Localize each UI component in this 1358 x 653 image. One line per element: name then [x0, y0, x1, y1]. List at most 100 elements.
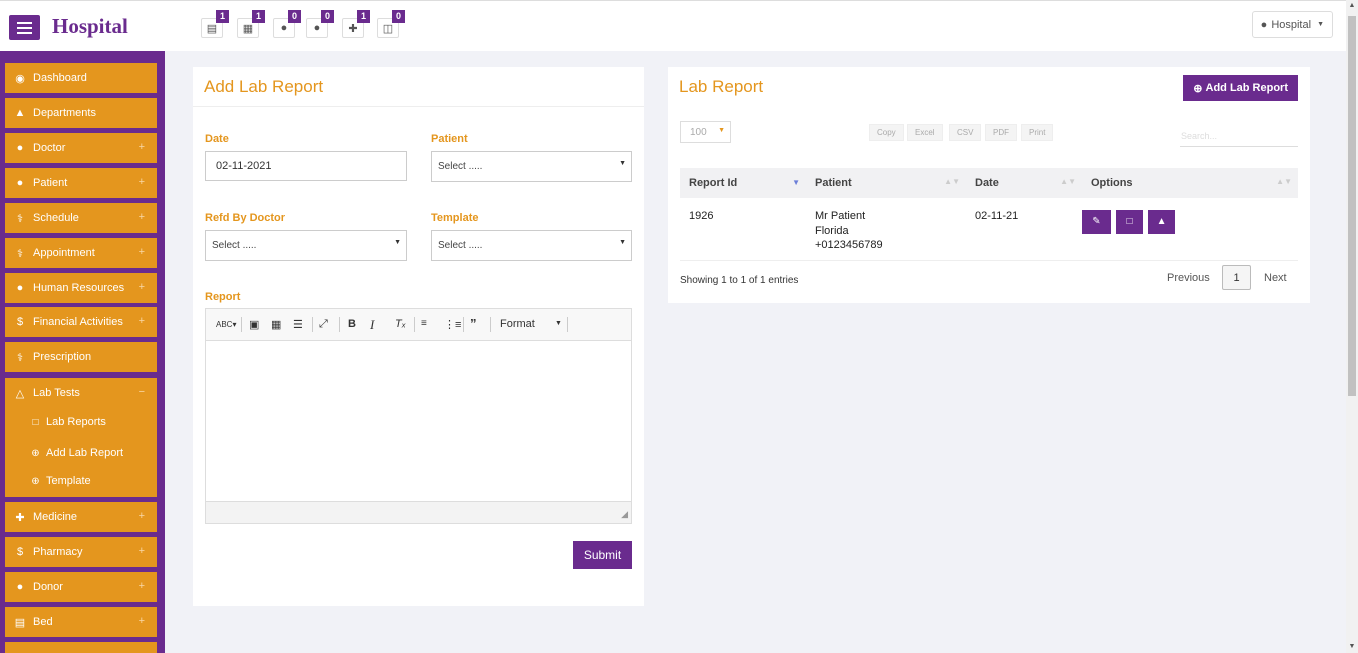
- excel-button[interactable]: Excel: [907, 124, 943, 141]
- csv-button[interactable]: CSV: [949, 124, 982, 141]
- column-header-patient[interactable]: Patient ▲▼: [806, 168, 966, 198]
- bullet-list-icon[interactable]: ⋮≡: [444, 318, 461, 331]
- add-lab-report-label: Add Lab Report: [1205, 82, 1289, 94]
- page-1-button[interactable]: 1: [1222, 265, 1251, 290]
- sidebar-item-financial-activities[interactable]: $ Financial Activities +: [5, 307, 157, 337]
- remove-format-icon[interactable]: Tₓ: [395, 318, 406, 330]
- sidebar-item-lab-tests[interactable]: △ Lab Tests −: [5, 378, 157, 408]
- user-menu-button[interactable]: ● Hospital ▼: [1251, 11, 1333, 38]
- print-button[interactable]: Print: [1021, 124, 1054, 141]
- sidebar-group-lab-tests: △ Lab Tests − □ Lab Reports ⊕ Add Lab Re…: [5, 378, 157, 497]
- patient-name: Mr Patient: [815, 210, 866, 222]
- column-header-date[interactable]: Date ▲▼: [966, 168, 1082, 198]
- users-icon: ●: [16, 177, 24, 189]
- maximize-icon[interactable]: ⤢: [319, 318, 328, 331]
- patient-label: Patient: [431, 133, 468, 145]
- search-input[interactable]: [1180, 125, 1298, 147]
- add-lab-report-button[interactable]: ⊕ Add Lab Report: [1183, 75, 1298, 101]
- sidebar-item-human-resources[interactable]: ● Human Resources +: [5, 273, 157, 303]
- plus-circle-icon: ⊕: [1193, 82, 1203, 95]
- sidebar-item-pharmacy[interactable]: $ Pharmacy +: [5, 537, 157, 567]
- table-icon[interactable]: ▦: [271, 318, 281, 331]
- sidebar-subitem-label: Lab Reports: [46, 416, 106, 428]
- notification-count: 0: [391, 10, 405, 23]
- column-header-options[interactable]: Options ▲▼: [1082, 168, 1298, 198]
- caret-down-icon: ▼: [718, 127, 725, 134]
- edit-button[interactable]: ✎: [1082, 210, 1111, 234]
- bold-icon[interactable]: B: [348, 318, 356, 330]
- donor-notification[interactable]: ● 0: [306, 10, 334, 38]
- expand-icon: +: [138, 545, 145, 557]
- sidebar-item-dashboard[interactable]: ◉ Dashboard: [5, 63, 157, 93]
- lab-report-table: Report Id ▼ Patient ▲▼ Date ▲▼ Options ▲▼ 19…: [680, 168, 1298, 261]
- scroll-up-icon[interactable]: ▲: [1346, 0, 1358, 12]
- sitemap-icon: ▲: [14, 107, 26, 119]
- medicine-notification[interactable]: ✚ 1: [342, 10, 370, 38]
- users-icon: ●: [16, 142, 24, 154]
- sidebar-item-appointment[interactable]: ⚕ Appointment +: [5, 238, 157, 268]
- sidebar-item-departments[interactable]: ▲ Departments: [5, 98, 157, 128]
- sidebar-item-bed[interactable]: ▤ Bed +: [5, 607, 157, 637]
- expand-icon: +: [138, 246, 145, 258]
- template-select-value: Select .....: [438, 240, 483, 251]
- sidebar-item-more[interactable]: [5, 642, 157, 653]
- column-header-report-id[interactable]: Report Id ▼: [680, 168, 806, 198]
- editor-toolbar: ABC▾ ▣ ▦ ☰ ⤢ B I Tₓ ≡ ⋮≡ ” Format ▼: [206, 309, 631, 341]
- sidebar-subitem-add-lab-report[interactable]: ⊕ Add Lab Report: [30, 443, 123, 463]
- next-page-button[interactable]: Next: [1264, 272, 1287, 284]
- user-icon: ●: [313, 22, 321, 34]
- sidebar-item-label: Dashboard: [33, 72, 87, 84]
- previous-page-button[interactable]: Previous: [1167, 272, 1210, 284]
- page-length-select[interactable]: 100 ▼: [680, 121, 731, 143]
- report-editor-content[interactable]: [206, 342, 631, 502]
- horizontal-line-icon[interactable]: ☰: [293, 318, 303, 331]
- sidebar-subitem-template[interactable]: ⊕ Template: [30, 471, 91, 491]
- file-icon: □: [32, 416, 39, 428]
- medkit-icon: ✚: [348, 22, 358, 35]
- patient-notification[interactable]: ● 0: [273, 10, 301, 38]
- italic-icon[interactable]: I: [370, 317, 374, 333]
- image-icon[interactable]: ▣: [249, 318, 259, 331]
- copy-button[interactable]: Copy: [869, 124, 904, 141]
- format-dropdown[interactable]: Format: [500, 318, 535, 330]
- report-editor: ABC▾ ▣ ▦ ☰ ⤢ B I Tₓ ≡ ⋮≡ ” Format ▼ ◢: [205, 308, 632, 524]
- pdf-button[interactable]: PDF: [985, 124, 1017, 141]
- payment-notification[interactable]: ▦ 1: [237, 10, 265, 38]
- submit-button[interactable]: Submit: [573, 541, 632, 569]
- page-scrollbar[interactable]: ▲ ▼: [1346, 0, 1358, 653]
- sidebar-item-donor[interactable]: ● Donor +: [5, 572, 157, 602]
- sidebar-item-patient[interactable]: ● Patient +: [5, 168, 157, 198]
- sidebar-subitem-lab-reports[interactable]: □ Lab Reports: [30, 412, 106, 432]
- caret-down-icon[interactable]: ▼: [555, 320, 562, 327]
- sidebar-item-schedule[interactable]: ⚕ Schedule +: [5, 203, 157, 233]
- sidebar-item-medicine[interactable]: ✚ Medicine +: [5, 502, 157, 532]
- spellcheck-icon[interactable]: ABC▾: [216, 320, 236, 329]
- expand-icon: +: [138, 580, 145, 592]
- sidebar-item-label: Schedule: [33, 212, 79, 224]
- refd-by-doctor-label: Refd By Doctor: [205, 212, 286, 224]
- date-input[interactable]: [205, 151, 407, 181]
- bed-notification[interactable]: ▤ 1: [201, 10, 229, 38]
- blockquote-icon[interactable]: ”: [470, 316, 477, 331]
- numbered-list-icon[interactable]: ≡: [421, 318, 427, 329]
- sidebar-subitem-label: Template: [46, 475, 91, 487]
- money-icon: ▦: [242, 22, 254, 35]
- caret-down-icon: ▼: [619, 160, 626, 167]
- patient-select[interactable]: Select ..... ▼: [431, 151, 632, 182]
- delete-button[interactable]: ▲: [1148, 210, 1176, 234]
- menu-toggle-button[interactable]: [9, 15, 40, 40]
- scrollbar-thumb[interactable]: [1348, 16, 1356, 396]
- view-report-button[interactable]: □: [1116, 210, 1144, 234]
- brand-logo[interactable]: Hospital: [52, 14, 128, 39]
- scroll-down-icon[interactable]: ▼: [1346, 641, 1358, 653]
- add-lab-report-panel: Add Lab Report Date Patient Select .....…: [193, 67, 644, 606]
- report-notification[interactable]: ◫ 0: [377, 10, 405, 38]
- edit-icon: ✎: [1092, 215, 1101, 227]
- sidebar-subitem-label: Add Lab Report: [46, 447, 124, 459]
- refd-by-doctor-select[interactable]: Select ..... ▼: [205, 230, 407, 261]
- resize-handle-icon[interactable]: ◢: [621, 509, 628, 520]
- sidebar-item-prescription[interactable]: ⚕ Prescription: [5, 342, 157, 372]
- template-select[interactable]: Select ..... ▼: [431, 230, 632, 261]
- sidebar-item-label: Patient: [33, 177, 68, 189]
- sidebar-item-doctor[interactable]: ● Doctor +: [5, 133, 157, 163]
